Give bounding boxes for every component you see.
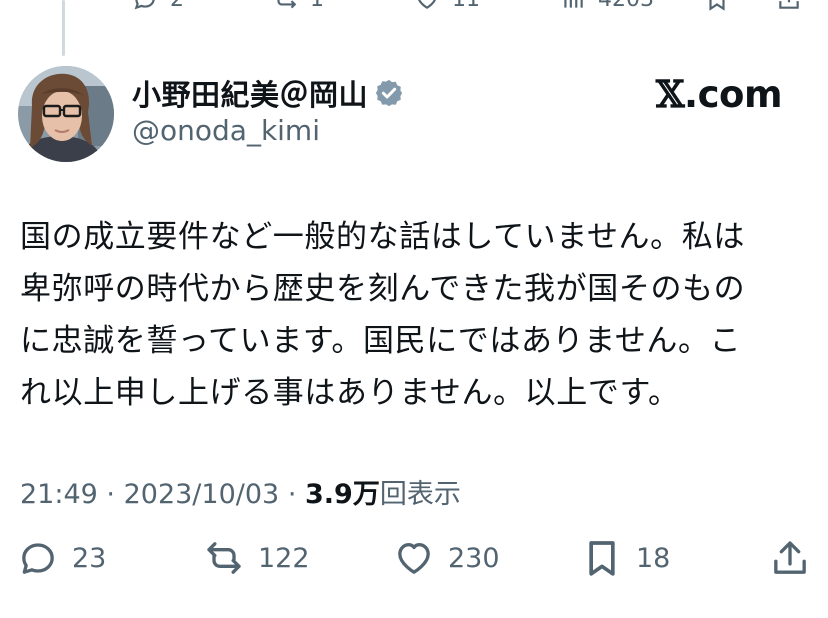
views-label: 回表示	[379, 479, 461, 510]
tweet-text-line: に忠誠を誓っています。国民にではありません。こ	[20, 323, 742, 359]
views-count[interactable]: 3.9万	[305, 479, 380, 510]
thread-connector-line	[62, 0, 65, 56]
tweet-date[interactable]: 2023/10/03	[124, 479, 280, 510]
reply-icon	[134, 0, 155, 10]
author-name-row: 小野田紀美＠岡山	[132, 72, 404, 114]
bookmark-button[interactable]: 18	[582, 538, 670, 578]
retweet-count: 122	[258, 542, 310, 574]
stats-icon	[564, 0, 583, 8]
tweet-time[interactable]: 21:49	[20, 479, 98, 510]
tweet-text-line: 卑弥呼の時代から歴史を刻んできた我が国そのもの	[20, 271, 746, 307]
previous-like-count: 11	[452, 0, 480, 12]
avatar[interactable]	[18, 66, 114, 162]
meta-separator: ·	[287, 479, 297, 510]
previous-reply-button[interactable]: 2	[132, 0, 184, 12]
reply-icon	[22, 543, 54, 574]
avatar-image	[18, 66, 114, 162]
previous-share-button[interactable]	[776, 0, 802, 12]
retweet-icon	[277, 0, 297, 9]
tweet-text-line: れ以上申し上げる事はありません。以上です。	[20, 375, 680, 411]
like-icon	[418, 0, 436, 9]
like-icon	[398, 543, 430, 574]
tweet-text: 国の成立要件など一般的な話はしていません。私は 卑弥呼の時代から歴史を刻んできた…	[20, 211, 810, 419]
verified-badge-icon	[375, 79, 403, 107]
reply-count: 23	[72, 542, 107, 574]
author-handle[interactable]: @onoda_kimi	[132, 114, 320, 147]
retweet-icon	[207, 542, 241, 574]
brand-logo: 𝕏.com	[655, 72, 783, 116]
retweet-button[interactable]: 122	[204, 538, 310, 578]
previous-reply-count: 2	[170, 0, 184, 12]
meta-separator: ·	[106, 479, 115, 510]
bookmark-icon	[709, 0, 725, 11]
author-display-name[interactable]: 小野田紀美＠岡山	[132, 72, 368, 114]
share-icon	[774, 541, 806, 574]
share-icon	[779, 0, 799, 9]
previous-tweet-action-bar: 2 1 11 4203	[0, 0, 828, 14]
previous-bookmark-button[interactable]	[704, 0, 730, 12]
like-button[interactable]: 230	[394, 538, 500, 578]
bookmark-icon	[589, 541, 615, 576]
share-button[interactable]	[770, 538, 810, 578]
tweet-text-line: 国の成立要件など一般的な話はしていません。私は	[20, 219, 745, 255]
previous-retweet-button[interactable]: 1	[272, 0, 324, 12]
previous-retweet-count: 1	[310, 0, 324, 12]
like-count: 230	[448, 542, 500, 574]
reply-button[interactable]: 23	[18, 538, 106, 578]
previous-like-button[interactable]: 11	[414, 0, 480, 12]
x-logo-icon: 𝕏	[655, 72, 685, 116]
tweet-meta: 21:49 · 2023/10/03 · 3.9万回表示	[20, 472, 461, 511]
previous-view-count: 4203	[598, 0, 654, 12]
bookmark-count: 18	[636, 542, 671, 574]
brand-logo-suffix: .com	[684, 73, 782, 116]
tweet-action-bar: 23 122 230 18	[0, 538, 828, 584]
previous-views[interactable]: 4203	[560, 0, 654, 12]
